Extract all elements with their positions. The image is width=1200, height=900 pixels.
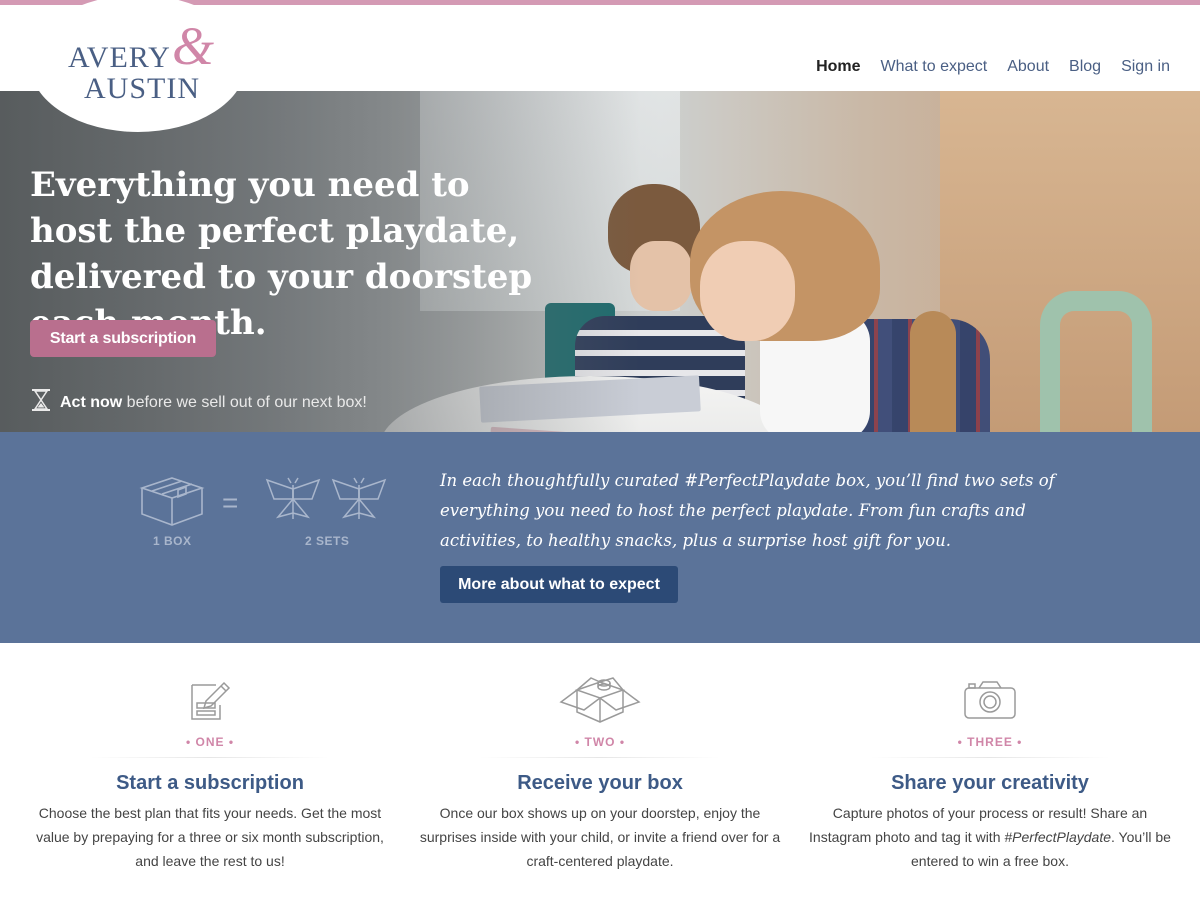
step-two: • TWO • Receive your box Once our box sh… xyxy=(405,675,795,873)
hero-banner: Everything you need to host the perfect … xyxy=(0,91,1200,432)
expect-description: In each thoughtfully curated #PerfectPla… xyxy=(440,471,1055,550)
logo-word-avery: AVERY xyxy=(68,41,171,74)
step-one-number: • ONE • xyxy=(185,735,235,749)
hero-photo-girl-face xyxy=(700,241,795,341)
camera-icon xyxy=(795,675,1185,725)
more-about-expect-button[interactable]: More about what to expect xyxy=(440,566,678,603)
logo-ampersand: & xyxy=(172,16,215,76)
logo-word-austin: AUSTIN xyxy=(84,72,200,105)
hero-headline: Everything you need to host the perfect … xyxy=(30,165,533,343)
step-three: • THREE • Share your creativity Capture … xyxy=(795,675,1185,873)
form-pencil-icon xyxy=(15,675,405,725)
box-icon xyxy=(138,474,206,533)
step-two-number: • TWO • xyxy=(574,735,626,749)
step-one-divider xyxy=(90,757,330,758)
step-one-title: Start a subscription xyxy=(116,772,304,794)
step-one-text: Choose the best plan that fits your need… xyxy=(36,805,384,869)
step-two-text: Once our box shows up on your doorstep, … xyxy=(419,805,781,869)
nav-sign-in[interactable]: Sign in xyxy=(1121,58,1170,76)
hourglass-icon xyxy=(30,388,52,417)
step-three-text: Capture photos of your process or result… xyxy=(795,801,1185,873)
two-sets-icon xyxy=(264,477,390,530)
nav-about[interactable]: About xyxy=(1007,58,1049,76)
step-two-title: Receive your box xyxy=(517,772,683,794)
step-one: • ONE • Start a subscription Choose the … xyxy=(15,675,405,873)
step-two-divider xyxy=(480,757,720,758)
two-sets-label: 2 SETS xyxy=(305,534,350,548)
one-box-label: 1 BOX xyxy=(153,534,192,548)
main-nav: Home What to expect About Blog Sign in xyxy=(816,58,1170,76)
nav-blog[interactable]: Blog xyxy=(1069,58,1101,76)
act-now-strong: Act now xyxy=(60,393,123,411)
step-three-title: Share your creativity xyxy=(891,772,1089,794)
act-now-text: before we sell out of our next box! xyxy=(126,393,367,411)
start-subscription-button[interactable]: Start a subscription xyxy=(30,320,216,357)
step-three-number: • THREE • xyxy=(957,735,1023,749)
hero-photo-girl-braid xyxy=(910,311,956,432)
equals-sign: = xyxy=(222,487,239,518)
brand-logo[interactable]: & AVERY AUSTIN xyxy=(68,16,228,109)
hero-photo-mint-chair xyxy=(1040,291,1152,432)
open-box-icon xyxy=(405,675,795,725)
nav-home[interactable]: Home xyxy=(816,58,860,76)
site-header: & AVERY AUSTIN Home What to expect About… xyxy=(0,0,1200,132)
nav-what-to-expect[interactable]: What to expect xyxy=(881,58,988,76)
act-now-notice: Act now before we sell out of our next b… xyxy=(30,388,367,417)
step-three-divider xyxy=(870,757,1110,758)
perfect-playdate-hashtag: #PerfectPlaydate xyxy=(1004,829,1111,845)
